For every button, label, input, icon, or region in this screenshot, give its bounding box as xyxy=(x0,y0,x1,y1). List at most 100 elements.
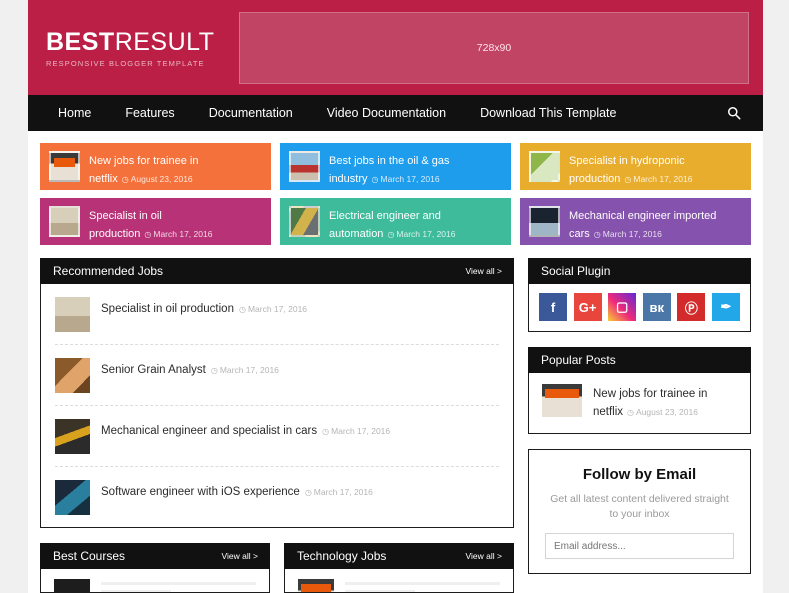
job-date: ◷ March 17, 2016 xyxy=(210,365,279,375)
instagram-icon[interactable]: ▢ xyxy=(608,293,637,321)
logo-bold: BEST xyxy=(46,27,115,56)
job-list-item[interactable]: Software engineer with iOS experience ◷ Ma… xyxy=(55,467,499,527)
clock-icon: ◷ xyxy=(322,427,330,436)
popular-post-thumbnail xyxy=(542,384,582,417)
featured-card-body: Electrical engineer and automation ◷ March… xyxy=(329,206,502,242)
follow-by-email-widget: Follow by Email Get all latest content d… xyxy=(528,449,751,574)
featured-card-thumbnail xyxy=(289,206,320,237)
search-icon[interactable] xyxy=(727,106,745,120)
popular-post-item[interactable]: New jobs for trainee in netflix ◷ August 2… xyxy=(542,384,737,420)
bottom-section: Best Courses View all > xyxy=(40,543,270,593)
nav-item-features[interactable]: Features xyxy=(108,95,191,131)
bottom-item-thumbnail xyxy=(298,579,334,592)
job-text: Specialist in oil production ◷ March 17, 2… xyxy=(101,297,307,317)
featured-card[interactable]: New jobs for trainee in netflix ◷ August 2… xyxy=(40,143,271,190)
logo-light: RESULT xyxy=(114,27,215,56)
featured-card[interactable]: Specialist in oil production ◷ March 17, 2… xyxy=(40,198,271,245)
recommended-jobs-header: Recommended Jobs View all > xyxy=(40,258,514,284)
main-column: Recommended Jobs View all > Specialist i… xyxy=(40,258,514,593)
social-icon-row: f G+ ▢ вк Ⓟ ✒ xyxy=(528,284,751,332)
facebook-icon[interactable]: f xyxy=(539,293,567,321)
clock-icon: ◷ xyxy=(593,230,601,239)
pinterest-icon[interactable]: Ⓟ xyxy=(677,293,706,321)
job-title: Specialist in oil production xyxy=(101,303,234,315)
ad-banner[interactable]: 728x90 xyxy=(239,11,749,84)
featured-card-date: ◷ March 17, 2016 xyxy=(387,229,456,239)
logo-tagline: RESPONSIVE BLOGGER TEMPLATE xyxy=(46,58,205,68)
google-plus-icon[interactable]: G+ xyxy=(573,293,602,321)
site-logo[interactable]: BESTRESULT RESPONSIVE BLOGGER TEMPLATE xyxy=(45,28,230,68)
recommended-jobs-list: Specialist in oil production ◷ March 17, 2… xyxy=(40,284,514,528)
recommended-jobs-widget: Recommended Jobs View all > Specialist i… xyxy=(40,258,514,528)
follow-by-email-title: Follow by Email xyxy=(582,466,697,483)
clock-icon: ◷ xyxy=(371,175,379,184)
featured-card-thumbnail xyxy=(49,206,80,237)
main-columns: Recommended Jobs View all > Specialist i… xyxy=(40,258,751,593)
featured-card-body: Mechanical engineer imported cars ◷ March … xyxy=(569,206,742,242)
bottom-section-title: Technology Jobs xyxy=(297,549,387,563)
social-plugin-header: Social Plugin xyxy=(528,258,751,284)
social-plugin-widget: Social Plugin f G+ ▢ вк Ⓟ ✒ xyxy=(528,258,751,332)
clock-icon: ◷ xyxy=(387,230,395,239)
clock-icon: ◷ xyxy=(210,366,218,375)
recommended-jobs-title: Recommended Jobs xyxy=(53,264,164,278)
nav-item-documentation[interactable]: Documentation xyxy=(192,95,310,131)
placeholder-line xyxy=(101,582,256,585)
bottom-item-placeholder-lines xyxy=(345,579,500,592)
job-text: Senior Grain Analyst ◷ March 17, 2016 xyxy=(101,358,279,378)
featured-card-date: ◷ March 17, 2016 xyxy=(371,174,440,184)
job-list-item[interactable]: Specialist in oil production ◷ March 17, 2… xyxy=(55,284,499,345)
nav-item-list: Home Features Documentation Video Documenta… xyxy=(48,95,727,131)
social-plugin-title: Social Plugin xyxy=(541,264,611,278)
popular-posts-header: Popular Posts xyxy=(528,347,751,373)
nav-item-download-this-template[interactable]: Download This Template xyxy=(463,95,633,131)
featured-card-date: ◷ March 17, 2016 xyxy=(624,174,693,184)
job-list-item[interactable]: Mechanical engineer and specialist in ca… xyxy=(55,406,499,467)
featured-card-thumbnail xyxy=(529,151,560,182)
featured-card[interactable]: Best jobs in the oil & gas industry ◷ Marc… xyxy=(280,143,511,190)
main-navigation: Home Features Documentation Video Documenta… xyxy=(28,95,763,131)
featured-card[interactable]: Specialist in hydroponic production ◷ Marc… xyxy=(520,143,751,190)
featured-card-body: Specialist in oil production ◷ March 17, 2… xyxy=(89,206,262,242)
clock-icon: ◷ xyxy=(304,488,312,497)
twitter-icon[interactable]: ✒ xyxy=(711,293,740,321)
job-date: ◷ March 17, 2016 xyxy=(238,304,308,314)
job-text: Software engineer with iOS experience ◷ Ma… xyxy=(101,480,373,500)
site-header: BESTRESULT RESPONSIVE BLOGGER TEMPLATE 7… xyxy=(28,0,763,95)
vk-icon[interactable]: вк xyxy=(642,293,671,321)
recommended-view-all-link[interactable]: View all > xyxy=(466,266,502,276)
popular-posts-title: Popular Posts xyxy=(541,353,616,367)
clock-icon: ◷ xyxy=(238,305,246,314)
nav-item-home[interactable]: Home xyxy=(48,95,108,131)
featured-card-date: ◷ August 23, 2016 xyxy=(121,174,193,184)
clock-icon: ◷ xyxy=(121,175,129,184)
job-thumbnail xyxy=(55,297,90,332)
bottom-section-header: Best Courses View all > xyxy=(40,543,270,569)
featured-card-date: ◷ March 17, 2016 xyxy=(593,229,662,239)
bottom-section-title: Best Courses xyxy=(53,549,126,563)
page-content: New jobs for trainee in netflix ◷ August 2… xyxy=(28,131,763,593)
job-title: Software engineer with iOS experience xyxy=(101,486,300,498)
clock-icon: ◷ xyxy=(624,175,632,184)
job-thumbnail xyxy=(55,419,90,454)
bottom-item-thumbnail xyxy=(54,579,90,592)
job-list-item[interactable]: Senior Grain Analyst ◷ March 17, 2016 xyxy=(55,345,499,406)
featured-card[interactable]: Mechanical engineer imported cars ◷ March … xyxy=(520,198,751,245)
job-thumbnail xyxy=(55,480,90,515)
popular-posts-widget: Popular Posts New jobs for trainee in ne… xyxy=(528,347,751,434)
bottom-section-item[interactable] xyxy=(298,579,500,592)
bottom-item-placeholder-lines xyxy=(101,579,256,592)
job-thumbnail xyxy=(55,358,90,393)
featured-card[interactable]: Electrical engineer and automation ◷ March… xyxy=(280,198,511,245)
job-title: Mechanical engineer and specialist in ca… xyxy=(101,425,318,437)
page-container: BESTRESULT RESPONSIVE BLOGGER TEMPLATE 7… xyxy=(28,0,763,593)
sidebar-column: Social Plugin f G+ ▢ вк Ⓟ ✒ Popular Posts New… xyxy=(528,258,751,593)
nav-item-video-documentation[interactable]: Video Documentation xyxy=(310,95,463,131)
bottom-section-body xyxy=(284,569,514,593)
popular-post-text: New jobs for trainee in netflix ◷ August 2… xyxy=(593,384,737,420)
email-field[interactable] xyxy=(545,533,734,559)
bottom-section-item[interactable] xyxy=(54,579,256,592)
featured-card-body: New jobs for trainee in netflix ◷ August 2… xyxy=(89,151,262,187)
bottom-section-header: Technology Jobs View all > xyxy=(284,543,514,569)
featured-card-body: Best jobs in the oil & gas industry ◷ Marc… xyxy=(329,151,502,187)
